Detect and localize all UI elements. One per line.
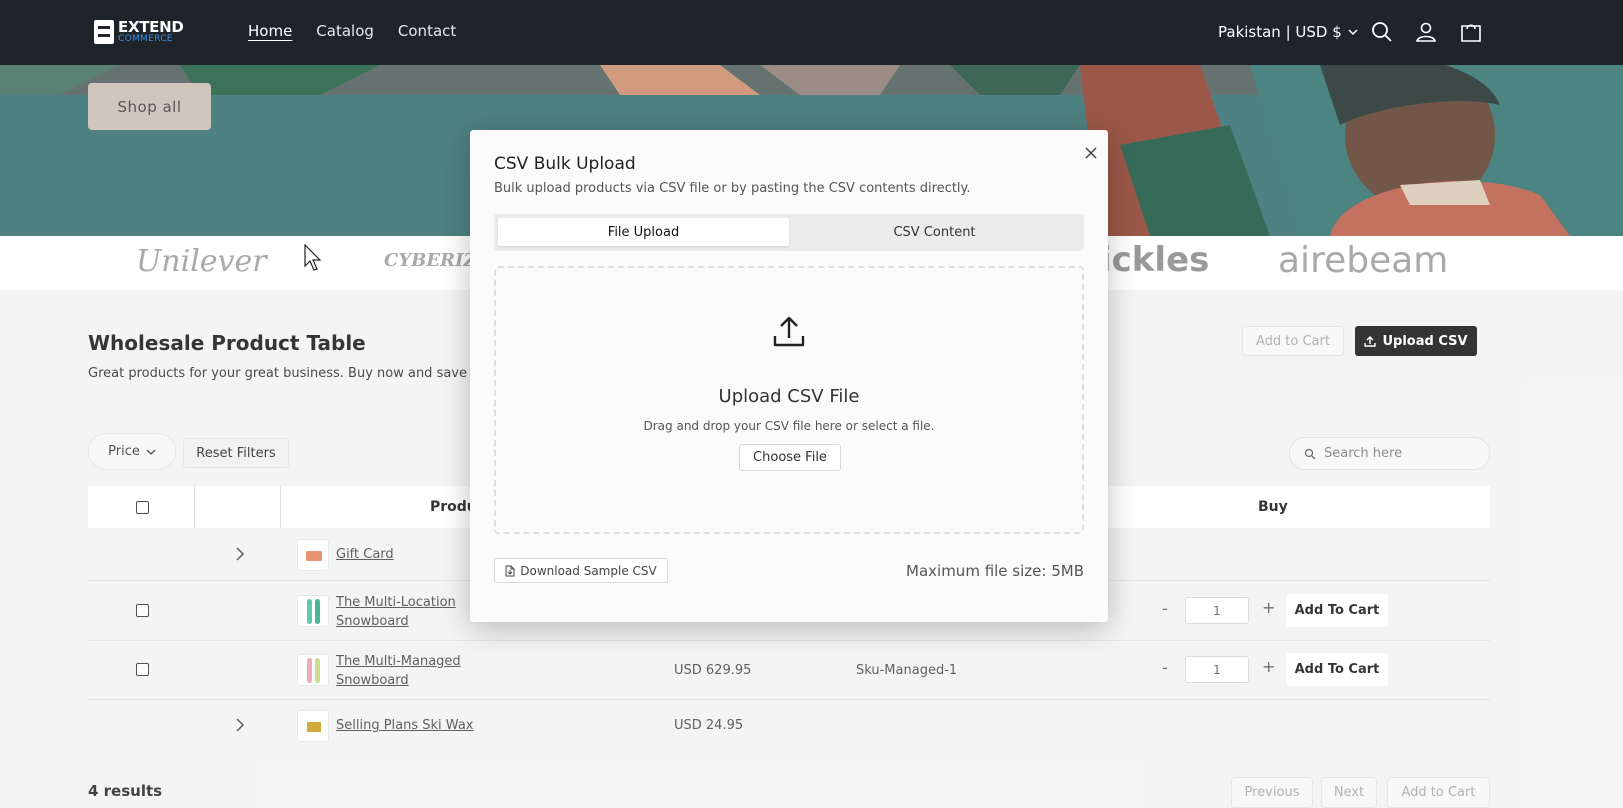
- close-icon[interactable]: [1082, 144, 1100, 162]
- nav-home[interactable]: Home: [248, 22, 292, 40]
- main-nav: Home Catalog Contact: [248, 22, 456, 40]
- locale-label: Pakistan | USD $: [1218, 23, 1342, 41]
- logo-line2: COMMERCE: [118, 34, 173, 44]
- upload-mode-tabs: File Upload CSV Content: [494, 214, 1084, 251]
- upload-icon: [773, 316, 805, 347]
- logo-mark-icon: [94, 20, 114, 44]
- logo-line1: EXTEND: [118, 18, 184, 36]
- dropzone-title: Upload CSV File: [718, 386, 860, 407]
- choose-file-button[interactable]: Choose File: [739, 444, 841, 471]
- site-header: EXTEND COMMERCE Home Catalog Contact Pak…: [0, 0, 1623, 65]
- account-icon[interactable]: [1414, 20, 1438, 44]
- file-dropzone[interactable]: Upload CSV File Drag and drop your CSV f…: [494, 266, 1084, 534]
- logo-text: EXTEND COMMERCE: [118, 20, 184, 44]
- modal-subtitle: Bulk upload products via CSV file or by …: [494, 181, 971, 196]
- modal-title: CSV Bulk Upload: [494, 154, 636, 174]
- chevron-down-icon: [1348, 29, 1358, 36]
- logo[interactable]: EXTEND COMMERCE: [94, 20, 184, 44]
- search-icon[interactable]: [1370, 20, 1394, 44]
- download-sample-csv-button[interactable]: Download Sample CSV: [494, 558, 668, 583]
- tab-csv-content[interactable]: CSV Content: [789, 218, 1080, 246]
- nav-contact[interactable]: Contact: [398, 22, 456, 40]
- tab-file-upload[interactable]: File Upload: [498, 218, 789, 246]
- dropzone-subtitle: Drag and drop your CSV file here or sele…: [643, 419, 935, 433]
- csv-upload-modal: CSV Bulk Upload Bulk upload products via…: [470, 130, 1108, 622]
- file-icon: [505, 565, 515, 576]
- locale-selector[interactable]: Pakistan | USD $: [1218, 23, 1358, 41]
- nav-catalog[interactable]: Catalog: [316, 22, 374, 40]
- max-file-size: Maximum file size: 5MB: [906, 562, 1084, 580]
- mouse-cursor-icon: [304, 244, 322, 271]
- cart-icon[interactable]: [1459, 20, 1483, 44]
- download-sample-label: Download Sample CSV: [520, 563, 657, 578]
